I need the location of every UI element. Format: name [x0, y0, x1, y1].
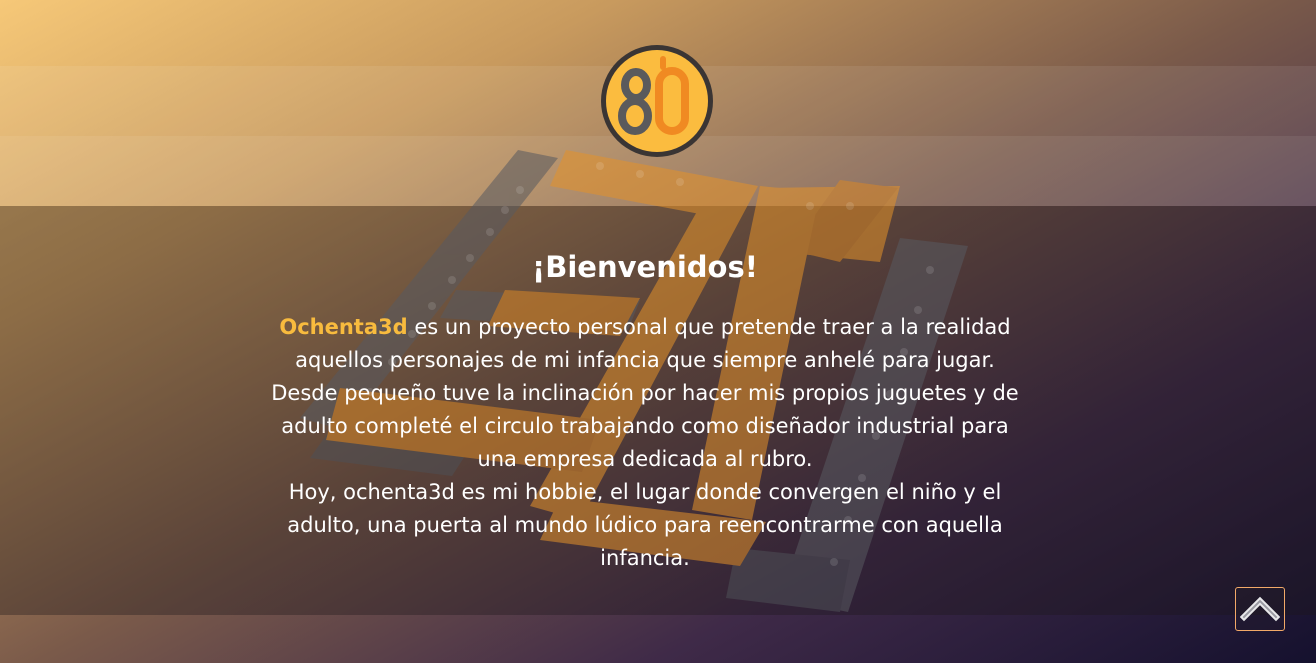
- scroll-to-top-button[interactable]: [1235, 587, 1285, 631]
- welcome-intro: Ochenta3d es un proyecto personal que pr…: [262, 311, 1028, 575]
- welcome-title: ¡Bienvenidos!: [532, 250, 758, 284]
- chevron-up-icon: [1240, 596, 1280, 622]
- ochenta3d-80-logo-icon[interactable]: [599, 43, 715, 159]
- welcome-body-2: Hoy, ochenta3d es mi hobbie, el lugar do…: [287, 480, 1003, 570]
- brand-name: Ochenta3d: [279, 315, 408, 339]
